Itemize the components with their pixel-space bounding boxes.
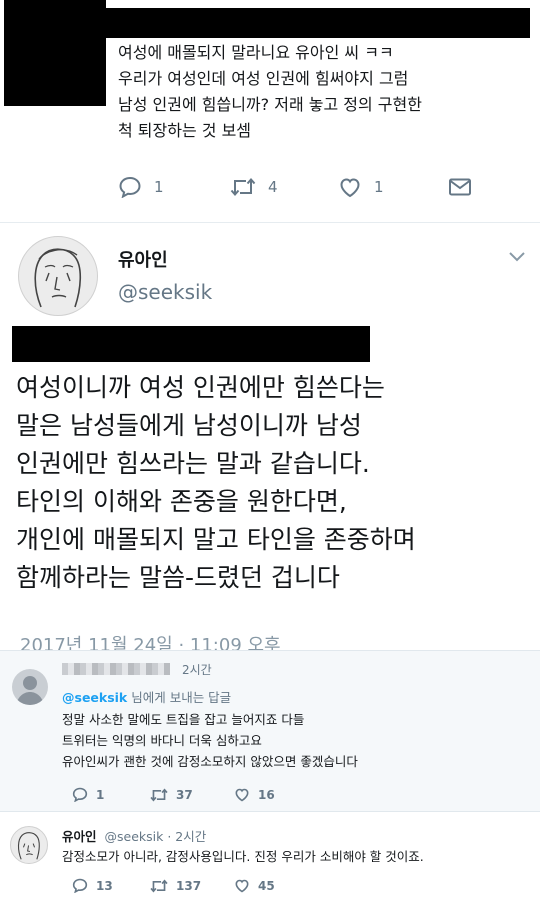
retweet-button[interactable]: 137: [150, 879, 234, 893]
avatar[interactable]: [18, 236, 98, 316]
replying-suffix: 님에게 보내는 답글: [127, 690, 232, 705]
avatar-sketch-icon: [34, 248, 82, 308]
tweet-line: 함께하라는 말씀-드렸던 겁니다: [16, 563, 340, 592]
tweet-line: 인권에만 힘쓰라는 말과 같습니다.: [16, 449, 370, 478]
reply-two-header: 유아인 @seeksik · 2시간: [62, 826, 206, 845]
main-tweet-text: 여성이니까 여성 인권에만 힘쓴다는 말은 남성들에게 남성이니까 남성 인권에…: [16, 369, 536, 597]
reply-text: 정말 사소한 말에도 트집을 잡고 늘어지죠 다들 트위터는 익명의 바다니 더…: [62, 709, 532, 772]
reply-panel: 2시간 @seeksik 님에게 보내는 답글 정말 사소한 말에도 트집을 잡…: [0, 650, 540, 812]
reply-count: 1: [96, 787, 105, 802]
like-button[interactable]: 1: [338, 176, 448, 198]
tweet-line: 여성에 매몰되지 말라니요 유아인 씨 ㅋㅋ: [118, 43, 394, 62]
redacted-reply-banner: [12, 326, 370, 362]
top-tweet-text: 여성에 매몰되지 말라니요 유아인 씨 ㅋㅋ 우리가 여성인데 여성 인권에 힘…: [118, 40, 528, 144]
tweet-line: 타인의 이해와 존중을 원한다면,: [16, 487, 347, 516]
reply-icon: [119, 176, 141, 198]
reply-button[interactable]: 13: [72, 878, 150, 893]
blurred-name: [62, 663, 170, 675]
replying-handle-link[interactable]: @seeksik: [62, 690, 127, 705]
top-tweet-actions: 1 4 1: [118, 174, 478, 200]
replying-to: @seeksik 님에게 보내는 답글: [62, 687, 231, 706]
tweet-line: 남성 인권에 힘씁니까? 저래 놓고 정의 구현한: [118, 95, 422, 114]
retweet-button[interactable]: 37: [150, 788, 234, 802]
default-avatar[interactable]: [12, 669, 48, 705]
like-count: 16: [258, 787, 275, 802]
redacted-avatar-block: [4, 0, 106, 106]
reply-line: 유아인씨가 괜한 것에 감정소모하지 않았으면 좋겠습니다: [62, 754, 358, 769]
reply-two-text: 감정소모가 아니라, 감정사용입니다. 진정 우리가 소비해야 할 것이죠.: [62, 849, 424, 864]
retweet-button[interactable]: 4: [230, 177, 338, 197]
like-count: 1: [374, 178, 384, 196]
chevron-down-icon[interactable]: [508, 248, 526, 267]
author-name[interactable]: 유아인: [62, 829, 97, 844]
heart-icon: [235, 788, 249, 802]
heart-icon: [340, 178, 360, 198]
reply-button[interactable]: 1: [72, 787, 150, 802]
retweet-count: 37: [176, 787, 193, 802]
retweet-icon: [150, 788, 168, 801]
author-meta: @seeksik · 2시간: [104, 829, 207, 844]
like-button[interactable]: 45: [234, 878, 275, 893]
avatar-sketch-icon: [17, 832, 40, 860]
retweet-icon: [230, 177, 256, 197]
reply-count: 1: [154, 178, 164, 196]
tweet-line: 척 퇴장하는 것 보셈: [118, 121, 252, 140]
envelope-icon: [449, 178, 471, 196]
like-count: 45: [258, 878, 275, 893]
tweet-line: 개인에 매몰되지 말고 타인을 존중하며: [16, 525, 416, 554]
heart-icon: [235, 879, 249, 893]
reply-icon: [72, 878, 88, 893]
reply-two-actions: 13 137 45: [72, 878, 275, 893]
tweet-line: 여성이니까 여성 인권에만 힘쓴다는: [16, 373, 385, 402]
author-handle[interactable]: @seeksik: [118, 280, 212, 304]
avatar[interactable]: [10, 826, 48, 864]
reply-line: 정말 사소한 말에도 트집을 잡고 늘어지죠 다들: [62, 712, 305, 727]
default-profile-icon: [16, 676, 44, 705]
like-button[interactable]: 16: [234, 787, 275, 802]
reply-one-actions: 1 37 16: [72, 787, 275, 802]
reply-line: 트위터는 익명의 바다니 더욱 심하고요: [62, 733, 262, 748]
redacted-name-bar: [106, 8, 530, 38]
reply-count: 13: [96, 878, 113, 893]
tweet-timestamp[interactable]: 2017년 11월 24일 · 11:09 오후: [20, 631, 281, 650]
retweet-count: 137: [176, 878, 202, 893]
retweet-count: 4: [268, 178, 278, 196]
tweet-line: 말은 남성들에게 남성이니까 남성: [16, 411, 362, 440]
reply-button[interactable]: 1: [118, 176, 230, 198]
reply-icon: [72, 787, 88, 802]
divider: [0, 222, 540, 223]
tweet-line: 우리가 여성인데 여성 인권에 힘써야지 그럼: [118, 69, 409, 88]
author-name[interactable]: 유아인: [118, 246, 168, 272]
direct-message-button[interactable]: [448, 177, 472, 197]
retweet-icon: [150, 879, 168, 892]
reply-time[interactable]: 2시간: [182, 661, 212, 678]
tweet-timestamp-clip: 2017년 11월 24일 · 11:09 오후: [0, 628, 540, 650]
